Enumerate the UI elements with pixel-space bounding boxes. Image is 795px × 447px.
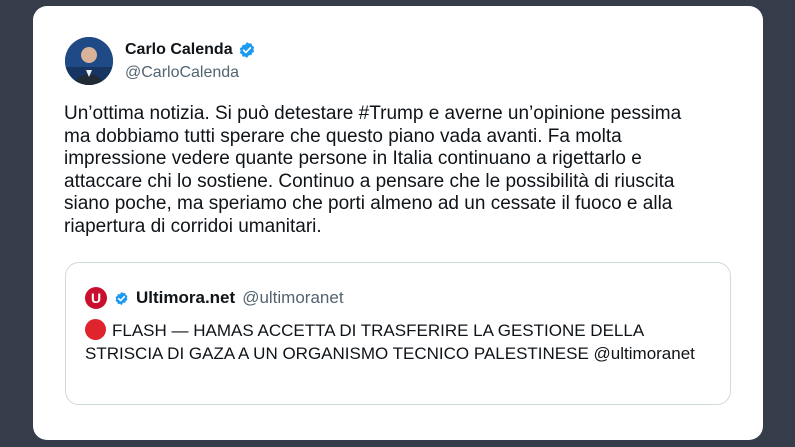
- author-name[interactable]: Carlo Calenda: [125, 41, 256, 59]
- quoted-author-name: Ultimora.net: [136, 288, 236, 307]
- quoted-tweet-header: U Ultimora.net @ultimoranet: [85, 287, 344, 309]
- verified-badge-icon: [115, 291, 128, 305]
- avatar-image: [65, 37, 113, 85]
- author-handle[interactable]: @CarloCalenda: [125, 64, 239, 82]
- ultimora-logo: U: [85, 287, 107, 309]
- author-name-text: Carlo Calenda: [125, 41, 233, 58]
- quoted-tweet-text: FLASH — HAMAS ACCETTA DI TRASFERIRE LA G…: [85, 319, 705, 365]
- quoted-tweet[interactable]: U Ultimora.net @ultimoranet FLASH — HAMA…: [65, 262, 731, 405]
- tweet-text: Un’ottima notizia. Si può detestare #Tru…: [64, 103, 682, 237]
- quoted-tweet-body: FLASH — HAMAS ACCETTA DI TRASFERIRE LA G…: [85, 321, 695, 363]
- quoted-author-handle: @ultimoranet: [242, 288, 344, 307]
- tweet-card: Carlo Calenda @CarloCalenda Un’ottima no…: [33, 6, 763, 440]
- red-circle-icon: [85, 319, 106, 340]
- avatar[interactable]: [65, 37, 113, 85]
- verified-badge-icon: [239, 42, 254, 58]
